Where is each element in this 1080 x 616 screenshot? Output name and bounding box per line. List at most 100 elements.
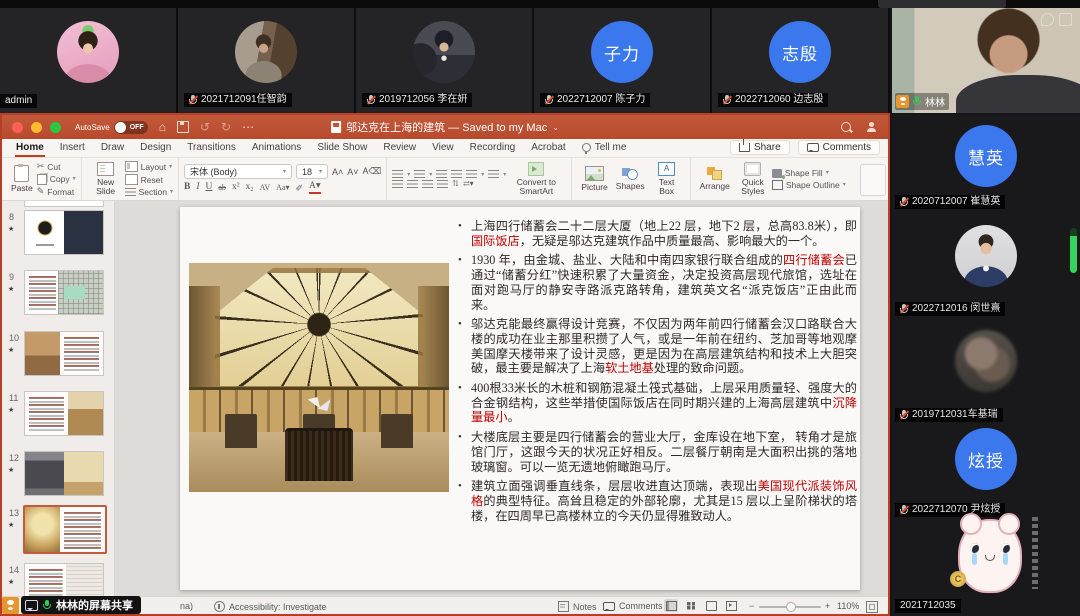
avatar-initials[interactable]: 慧英 — [955, 125, 1017, 187]
video-tile[interactable]: 子力 2022712007 陈子力 — [534, 8, 712, 113]
tab-draw[interactable]: Draw — [93, 139, 132, 157]
autosave-switch[interactable]: OFF — [114, 121, 148, 134]
section-button[interactable]: Section ▾ — [125, 187, 173, 197]
shrink-font-button[interactable]: A˅ — [347, 167, 358, 177]
accessibility-status[interactable]: Accessibility: Investigate — [214, 601, 327, 612]
text-box-button[interactable]: Text Box — [649, 162, 685, 196]
zoom-level[interactable]: 110% — [837, 601, 859, 611]
title-chevron-icon[interactable]: ⌄ — [552, 123, 559, 132]
arrange-button[interactable]: Arrange — [696, 167, 734, 191]
zoom-out-button[interactable]: − — [749, 601, 754, 611]
slide-thumbnail-10[interactable] — [24, 331, 104, 376]
strikethrough-button[interactable]: ab — [218, 184, 226, 192]
copy-button[interactable]: Copy ▾ — [37, 174, 76, 185]
indent-increase-button[interactable] — [451, 170, 462, 178]
tab-animations[interactable]: Animations — [244, 139, 309, 157]
video-tile-admin[interactable]: admin — [0, 8, 178, 113]
avatar-photo[interactable] — [955, 330, 1017, 392]
format-painter-button[interactable]: ✎ Format — [37, 187, 76, 197]
align-left-button[interactable] — [392, 180, 403, 188]
font-size-select[interactable]: 18 ▾ — [296, 164, 328, 179]
normal-view-button[interactable] — [664, 599, 678, 612]
tab-home[interactable]: Home — [8, 139, 52, 157]
home-icon[interactable]: ⌂ — [159, 121, 166, 133]
avatar-sticker-bear[interactable] — [952, 511, 1040, 597]
align-text-button[interactable]: ⇄▾ — [463, 180, 474, 188]
zoom-in-button[interactable]: + — [825, 601, 830, 611]
picture-button[interactable]: Picture — [577, 166, 611, 192]
fit-to-window-button[interactable] — [866, 601, 878, 613]
line-spacing-button[interactable] — [466, 170, 477, 178]
align-center-button[interactable] — [407, 180, 418, 188]
change-case-button[interactable]: Aa▾ — [276, 184, 289, 192]
undo-icon[interactable]: ↺ — [200, 121, 210, 133]
quick-styles-button[interactable]: Quick Styles — [734, 162, 772, 196]
more-commands-icon[interactable]: ⋯ — [242, 121, 254, 133]
tab-acrobat[interactable]: Acrobat — [523, 139, 573, 157]
language-indicator[interactable]: na) — [180, 601, 193, 611]
slide-text-block[interactable]: 上海四行储蓄会二十二层大厦（地上22 层，地下2 层，总高83.8米），即国际饭… — [457, 219, 857, 528]
slide-sorter-view-button[interactable] — [684, 599, 698, 612]
redo-icon[interactable]: ↻ — [221, 121, 231, 133]
expand-icon[interactable] — [1059, 13, 1072, 26]
video-tile[interactable]: 志殷 2022712060 边志殷 — [712, 8, 890, 113]
slide-thumbnail-panel[interactable]: 8 9 10 11 12 13 14 — [2, 201, 115, 596]
comments-pane-button[interactable]: Comments — [603, 601, 663, 611]
slide-thumbnail-14[interactable] — [24, 563, 104, 596]
justify-button[interactable] — [437, 180, 448, 188]
tell-me-button[interactable]: Tell me — [574, 139, 635, 157]
slide-thumbnail-11[interactable] — [24, 391, 104, 436]
text-direction-button[interactable] — [488, 170, 499, 178]
new-slide-button[interactable]: New Slide — [87, 162, 125, 196]
highlight-button[interactable]: ✐ — [295, 184, 303, 193]
slide-photo-park-hotel-lobby[interactable] — [189, 263, 449, 492]
tab-transitions[interactable]: Transitions — [179, 139, 244, 157]
align-right-button[interactable] — [422, 180, 433, 188]
paste-button[interactable]: Paste — [7, 165, 37, 193]
reading-view-button[interactable] — [704, 599, 718, 612]
autosave-toggle[interactable]: AutoSave OFF — [75, 121, 148, 134]
search-icon[interactable] — [841, 122, 851, 132]
slide-thumbnail-13-selected[interactable] — [23, 505, 107, 554]
bold-button[interactable]: B — [184, 183, 190, 193]
reset-button[interactable]: Reset — [125, 174, 173, 185]
italic-button[interactable]: I — [196, 183, 199, 193]
share-button[interactable]: Share — [730, 140, 790, 155]
comments-button[interactable]: Comments — [798, 140, 880, 155]
character-spacing-button[interactable]: AV — [260, 184, 271, 192]
save-icon[interactable] — [177, 121, 189, 133]
sidebar-scrollbar[interactable] — [1070, 228, 1077, 273]
pin-icon[interactable] — [1041, 13, 1054, 26]
avatar-photo[interactable] — [955, 225, 1017, 287]
underline-button[interactable]: U — [206, 183, 213, 193]
clear-formatting-button[interactable]: A⌫ — [363, 166, 382, 177]
indent-decrease-button[interactable] — [436, 170, 447, 178]
slide-thumbnail-8[interactable] — [24, 210, 104, 255]
video-tile[interactable]: 2021712091任智韵 — [178, 8, 356, 113]
slide-canvas[interactable]: 上海四行储蓄会二十二层大厦（地上22 层，地下2 层，总高83.8米），即国际饭… — [180, 207, 860, 590]
avatar-initials[interactable]: 炫授 — [955, 428, 1017, 490]
video-tile[interactable]: 2019712056 李在姸 — [356, 8, 534, 113]
convert-smartart-button[interactable]: Convert to SmartArt — [506, 162, 566, 196]
slideshow-button[interactable] — [724, 599, 738, 612]
tab-slide-show[interactable]: Slide Show — [309, 139, 375, 157]
share-user-icon[interactable] — [866, 122, 878, 132]
notes-button[interactable]: Notes — [558, 601, 597, 612]
ribbon-overflow-button[interactable] — [860, 164, 886, 196]
slide-thumbnail-9[interactable] — [24, 270, 104, 315]
subscript-button[interactable]: x₂ — [246, 183, 254, 193]
tab-insert[interactable]: Insert — [52, 139, 93, 157]
zoom-slider-knob[interactable] — [786, 602, 796, 612]
shape-fill-button[interactable]: Shape Fill ▾ — [772, 168, 846, 178]
minimize-window-button[interactable] — [31, 122, 42, 133]
shapes-button[interactable]: Shapes — [612, 167, 649, 191]
font-color-button[interactable]: A▾ — [309, 182, 321, 194]
numbering-button[interactable] — [414, 170, 425, 178]
shape-outline-button[interactable]: Shape Outline ▾ — [772, 180, 846, 190]
zoom-slider[interactable] — [759, 606, 821, 608]
presenter-video-tile[interactable]: 林林 — [892, 8, 1080, 113]
tab-view[interactable]: View — [424, 139, 462, 157]
tab-review[interactable]: Review — [375, 139, 424, 157]
grow-font-button[interactable]: A˄ — [332, 167, 343, 177]
superscript-button[interactable]: x² — [232, 183, 240, 193]
